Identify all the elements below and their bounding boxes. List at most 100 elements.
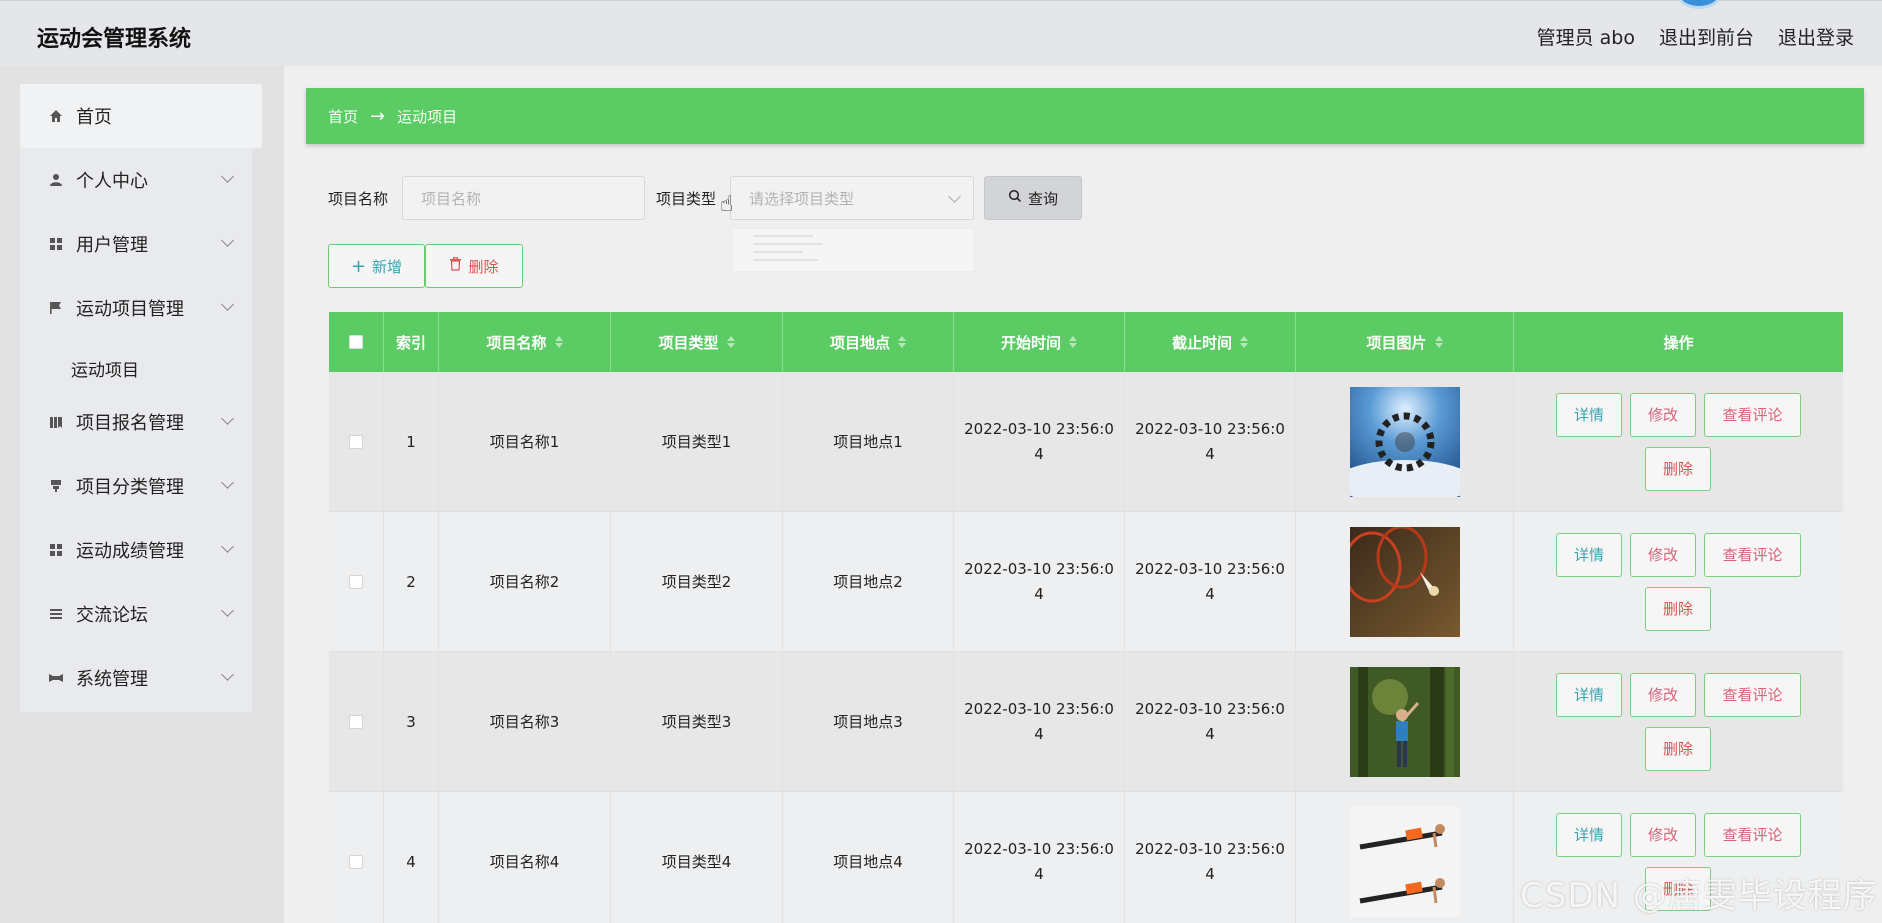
sort-icon[interactable]: [726, 336, 735, 348]
query-button[interactable]: 查询: [984, 176, 1082, 220]
detail-button[interactable]: 详情: [1556, 813, 1622, 857]
row-checkbox[interactable]: [349, 855, 363, 869]
user-icon: [48, 172, 64, 188]
sidebar-item-registration-management[interactable]: 项目报名管理: [20, 390, 252, 454]
header-project-place[interactable]: 项目地点: [783, 312, 954, 372]
project-name-label: 项目名称: [328, 190, 389, 208]
project-image-plank[interactable]: [1349, 807, 1460, 917]
sidebar-item-label: 交流论坛: [76, 605, 148, 626]
cell-actions: 详情 修改 查看评论 删除: [1514, 372, 1843, 512]
header-project-type[interactable]: 项目类型: [611, 312, 783, 372]
end-time-tail: 4: [1205, 445, 1215, 463]
plus-icon: +: [350, 255, 367, 277]
row-checkbox-cell: [329, 512, 384, 652]
cell-start-time: 2022-03-10 23:56:0 4: [954, 512, 1125, 652]
project-type-select[interactable]: 请选择项目类型: [730, 176, 974, 220]
detail-button[interactable]: 详情: [1556, 533, 1622, 577]
select-all-checkbox-cell: [329, 312, 384, 372]
sort-icon[interactable]: [1240, 336, 1248, 348]
avatar[interactable]: [1677, 0, 1721, 9]
sidebar-item-user-management[interactable]: 用户管理: [20, 212, 252, 276]
sidebar-item-category-management[interactable]: 项目分类管理: [20, 454, 252, 518]
header-end-time[interactable]: 截止时间: [1125, 312, 1296, 372]
project-image-badminton[interactable]: [1349, 527, 1460, 637]
start-time-line: 2022-03-10 23:56:0: [964, 420, 1114, 438]
sidebar-item-system-management[interactable]: 系统管理: [20, 646, 252, 710]
edit-button[interactable]: 修改: [1630, 673, 1696, 717]
header-label: 项目名称: [486, 333, 547, 352]
header-start-time[interactable]: 开始时间: [954, 312, 1125, 372]
sidebar-item-score-management[interactable]: 运动成绩管理: [20, 518, 252, 582]
row-delete-button[interactable]: 删除: [1645, 727, 1711, 771]
row-checkbox-cell: [329, 372, 384, 512]
row-checkbox[interactable]: [349, 715, 363, 729]
row-delete-button[interactable]: 删除: [1645, 447, 1711, 491]
row-checkbox[interactable]: [349, 575, 363, 589]
view-comments-button[interactable]: 查看评论: [1704, 673, 1801, 717]
sort-icon[interactable]: [1069, 336, 1077, 348]
cell-actions: 详情 修改 查看评论 删除: [1514, 652, 1843, 792]
row-checkbox-cell: [329, 792, 384, 923]
logout-link[interactable]: 退出登录: [1778, 23, 1854, 50]
add-button[interactable]: + 新增: [328, 244, 425, 288]
cell-project-type: 项目类型2: [611, 512, 783, 652]
sidebar-item-sport-project-management[interactable]: 运动项目管理: [20, 276, 252, 340]
project-type-label: 项目类型: [656, 190, 717, 208]
cell-project-type: 项目类型1: [611, 372, 783, 512]
cell-start-time: 2022-03-10 23:56:0 4: [954, 652, 1125, 792]
header-index: 索引: [384, 312, 439, 372]
top-bar: 运动会管理系统 管理员 abo 退出到前台 退出登录: [0, 0, 1882, 66]
project-type-placeholder: 请选择项目类型: [749, 189, 855, 208]
view-comments-button[interactable]: 查看评论: [1704, 813, 1801, 857]
sidebar-item-home[interactable]: 首页: [20, 84, 262, 148]
view-comments-button[interactable]: 查看评论: [1704, 393, 1801, 437]
row-delete-button[interactable]: 删除: [1645, 587, 1711, 631]
cell-end-time: 2022-03-10 23:56:0 4: [1125, 652, 1296, 792]
edit-button[interactable]: 修改: [1630, 533, 1696, 577]
sidebar-subitem-sport-projects[interactable]: 运动项目: [71, 356, 139, 381]
cell-project-name: 项目名称1: [439, 372, 611, 512]
sort-icon[interactable]: [1434, 336, 1443, 348]
breadcrumb-home[interactable]: 首页: [328, 106, 358, 127]
admin-label: 管理员 abo: [1536, 27, 1635, 49]
app-title: 运动会管理系统: [37, 27, 192, 52]
edit-button[interactable]: 修改: [1630, 393, 1696, 437]
edit-button[interactable]: 修改: [1630, 813, 1696, 857]
chevron-down-icon: [221, 540, 234, 553]
grid-icon: [48, 236, 64, 252]
sidebar-item-forum[interactable]: 交流论坛: [20, 582, 252, 646]
exit-to-frontend-link[interactable]: 退出到前台: [1659, 23, 1754, 50]
cell-project-name: 项目名称2: [439, 512, 611, 652]
header-label: 索引: [395, 333, 426, 352]
sort-icon[interactable]: [898, 336, 906, 348]
delete-button[interactable]: 删除: [425, 244, 523, 288]
select-all-checkbox[interactable]: [349, 335, 363, 349]
cell-project-type: 项目类型4: [611, 792, 783, 923]
end-time-line: 2022-03-10 23:56:0: [1135, 700, 1285, 718]
header-project-image[interactable]: 项目图片: [1296, 312, 1514, 372]
header-label: 项目类型: [658, 333, 719, 352]
start-time-tail: 4: [1034, 585, 1044, 603]
cell-project-place: 项目地点3: [783, 652, 954, 792]
view-comments-button[interactable]: 查看评论: [1704, 533, 1801, 577]
project-image-skydiving[interactable]: [1349, 387, 1460, 497]
sidebar-item-label: 运动项目管理: [76, 299, 184, 320]
row-checkbox-cell: [329, 652, 384, 792]
cell-project-image: [1296, 372, 1514, 512]
cell-end-time: 2022-03-10 23:56:0 4: [1125, 512, 1296, 652]
chevron-down-icon: [221, 604, 234, 617]
detail-button[interactable]: 详情: [1556, 393, 1622, 437]
row-checkbox[interactable]: [349, 435, 363, 449]
sort-icon[interactable]: [554, 336, 563, 348]
header-label: 截止时间: [1171, 333, 1232, 352]
start-time-line: 2022-03-10 23:56:0: [964, 560, 1114, 578]
detail-button[interactable]: 详情: [1556, 673, 1622, 717]
project-image-yoga-forest[interactable]: [1349, 667, 1460, 777]
project-name-input[interactable]: 项目名称: [402, 176, 645, 220]
chevron-down-icon: [221, 412, 234, 425]
chevron-down-icon: [221, 476, 234, 489]
sidebar-item-personal-center[interactable]: 个人中心: [20, 148, 252, 212]
query-label: 查询: [1027, 189, 1058, 208]
settings-icon: [48, 670, 64, 686]
header-project-name[interactable]: 项目名称: [439, 312, 611, 372]
